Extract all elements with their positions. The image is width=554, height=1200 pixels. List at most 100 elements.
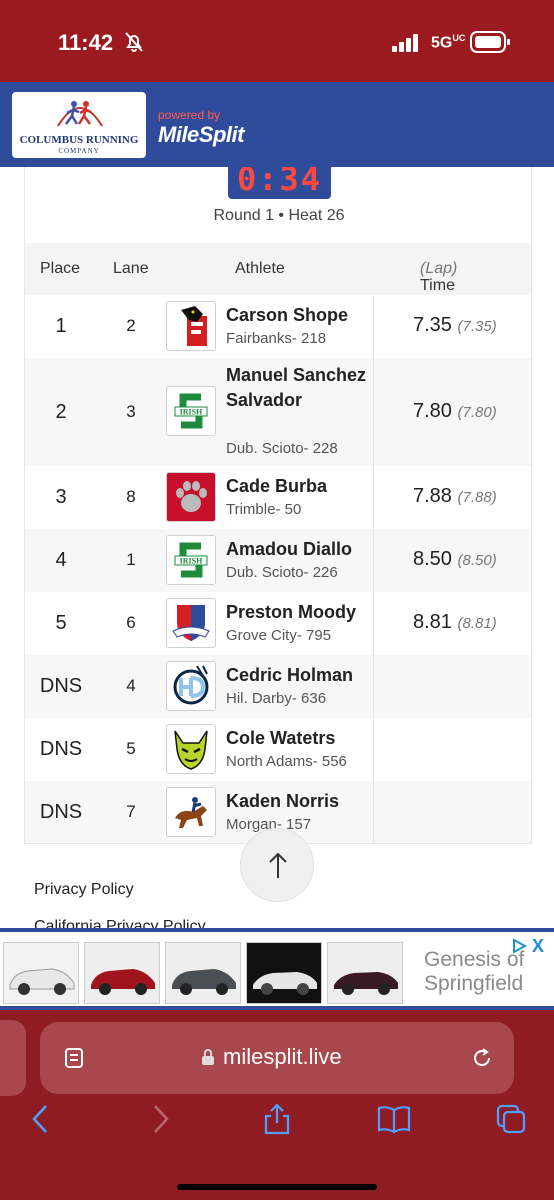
powered-by-label: powered by [158,108,221,122]
arrow-up-icon [269,852,287,878]
row-lane: 7 [126,802,136,821]
bookmarks-icon[interactable] [377,1102,411,1136]
column-divider [373,718,374,781]
reader-icon[interactable] [64,1047,84,1069]
table-row[interactable]: DNS 5 Cole Watetrs North Adams- 556 [25,718,531,781]
result-time: 7.88 (7.88) [413,485,497,508]
scroll-to-top-button[interactable] [240,828,314,902]
ad-choices-icon[interactable] [511,938,527,954]
athlete-name[interactable]: Carson Shope [226,303,371,328]
rider-logo-icon [166,787,216,837]
tabs-icon[interactable] [494,1102,528,1136]
address-bar[interactable]: milesplit.live [40,1022,514,1094]
heat-label: Round 1 • Heat 26 [213,207,345,224]
time-value: 8.50 [413,548,452,570]
back-icon[interactable] [24,1102,58,1136]
share-icon[interactable] [260,1102,294,1136]
row-place: 4 [55,549,67,571]
row-lane: 2 [126,316,136,335]
table-row[interactable]: DNS 4 Cedric Holman Hil. Darby- 636 [25,655,531,718]
car-image[interactable] [84,942,160,1004]
lap-value: (7.88) [457,489,497,506]
ca-privacy-policy-link[interactable]: California Privacy Policy [34,918,206,928]
ad-close-button[interactable]: X [532,936,544,957]
time-value: 7.80 [413,400,452,422]
car-image[interactable] [246,942,322,1004]
athlete-name[interactable]: Amadou Diallo [226,537,371,562]
row-place: 5 [55,612,67,634]
time-value: 7.88 [413,485,452,507]
time-value: 7.35 [413,314,452,336]
results-card: 0:34 Round 1 • Heat 26 Place Lane Athlet… [24,167,532,844]
previous-tab-preview[interactable] [0,1020,26,1096]
column-divider [373,592,374,655]
table-row[interactable]: 4 1 IRISH Amadou Diallo Dub. Scioto- 226… [25,529,531,592]
lap-value: (7.35) [457,318,497,335]
paw-logo-icon [166,472,216,522]
forward-icon[interactable] [143,1102,177,1136]
athlete-team: Trimble- 50 [226,501,302,518]
ad-brand-line1: Genesis of [424,948,525,971]
signal-icon [392,34,418,52]
row-place: 2 [55,401,67,423]
table-row[interactable]: 5 6 Preston Moody Grove City- 795 8.81 (… [25,592,531,655]
result-time: 7.35 (7.35) [413,314,497,337]
athlete-team: Dub. Scioto- 228 [226,440,338,457]
devil-logo-icon [166,724,216,774]
athlete-name[interactable]: Manuel Sanchez Salvador [226,363,371,413]
car-image[interactable] [327,942,403,1004]
car-image[interactable] [3,942,79,1004]
svg-text:IRISH: IRISH [180,557,203,566]
col-place: Place [40,260,81,277]
car-image[interactable] [165,942,241,1004]
column-divider [373,781,374,843]
col-lane: Lane [113,260,149,277]
row-lane: 5 [126,739,136,758]
row-place: DNS [39,675,83,697]
table-row[interactable]: 1 2 Carson Shope Fairbanks- 218 7.35 (7.… [25,295,531,358]
race-timer: 0:34 [228,167,331,199]
sponsor-logo[interactable]: COLUMBUS RUNNING COMPANY [12,92,146,158]
athlete-name[interactable]: Cole Watetrs [226,726,371,751]
home-indicator [177,1184,377,1190]
table-row[interactable]: 2 3 IRISH Manuel Sanchez Salvador Dub. S… [25,358,531,466]
athlete-name[interactable]: Kaden Norris [226,789,371,814]
time-value: 8.81 [413,611,452,633]
column-divider [373,529,374,592]
privacy-policy-link[interactable]: Privacy Policy [34,881,134,899]
athlete-team: North Adams- 556 [226,753,347,770]
milesplit-logo[interactable]: MileSplit [158,122,244,148]
result-time: 7.80 (7.80) [413,400,497,423]
row-place: 3 [55,486,67,508]
col-time-label: Time [420,277,455,294]
athlete-team: Fairbanks- 218 [226,330,327,347]
athlete-name[interactable]: Cade Burba [226,474,371,499]
table-row[interactable]: 3 8 Cade Burba Trimble- 50 7.88 (7.88) [25,466,531,529]
row-lane: 8 [126,487,136,506]
row-lane: 4 [126,676,136,695]
url-text[interactable]: milesplit.live [223,1044,342,1070]
network-sup: UC [452,33,466,43]
lap-value: (8.50) [457,552,497,569]
athlete-name[interactable]: Cedric Holman [226,663,371,688]
network-type: 5G [431,34,453,52]
row-lane: 6 [126,613,136,632]
col-lap-label: (Lap) [420,260,458,277]
logo-subtitle: COMPANY [58,147,100,155]
browser-toolbar: milesplit.live [0,1010,554,1200]
lap-value: (8.81) [457,615,497,632]
lock-icon [202,1049,214,1065]
irish-s-logo-icon: IRISH [166,535,216,585]
logo-title: COLUMBUS RUNNING [19,134,139,146]
irish-s-logo-icon: IRISH [166,386,216,436]
reload-icon[interactable] [470,1046,494,1070]
row-lane: 3 [126,402,136,421]
athlete-team: Dub. Scioto- 226 [226,564,338,581]
athlete-name[interactable]: Preston Moody [226,600,371,625]
hd-logo-icon [166,661,216,711]
ad-banner[interactable]: Genesis of Springfield X [0,928,554,1010]
panther-logo-icon [166,301,216,351]
ad-brand-text[interactable]: Genesis of Springfield [424,948,524,996]
column-divider [373,358,374,466]
runners-logo-icon [57,101,103,127]
